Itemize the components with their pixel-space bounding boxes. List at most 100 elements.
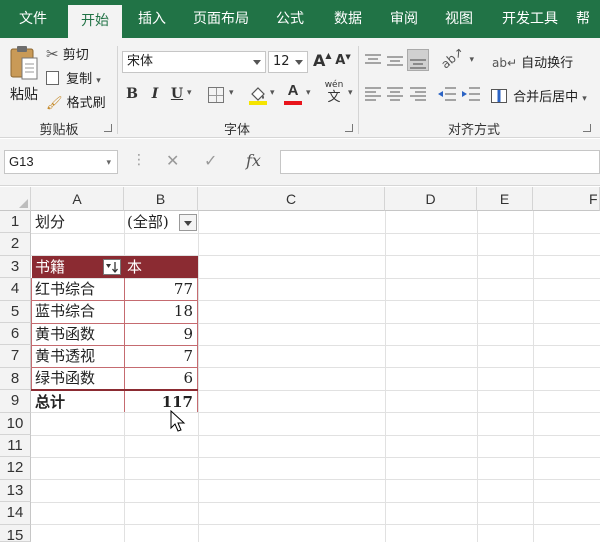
pivot-item-value[interactable]: 7 [125,345,197,367]
tab-file[interactable]: 文件 [0,0,66,38]
row-header[interactable]: 12 [0,457,31,480]
pivot-item-label[interactable]: 红书综合 [35,278,123,300]
pivot-total-value[interactable]: 117 [125,391,197,413]
align-top-button[interactable] [364,52,382,68]
pivot-item-value[interactable]: 18 [125,300,197,322]
paste-button[interactable]: 粘贴 [8,44,42,104]
cut-button[interactable]: ✂ 剪切 [46,44,89,63]
column-header-d[interactable]: D [385,187,477,211]
tab-help[interactable]: 帮 [576,0,600,38]
row-header[interactable]: 2 [0,233,31,256]
column-header-a[interactable]: A [31,187,124,211]
pivot-item-value[interactable]: 77 [125,278,197,300]
row-header[interactable]: 4 [0,278,31,301]
column-header-e[interactable]: E [477,187,533,211]
align-left-button[interactable] [364,86,382,102]
underline-button[interactable]: U [170,86,184,102]
tab-review[interactable]: 审阅 [378,0,430,38]
alignment-dialog-launcher-icon[interactable] [583,124,591,132]
pivot-item-label[interactable]: 黄书函数 [35,323,123,345]
pivot-filter-value[interactable]: (全部) [127,211,179,233]
column-header-f[interactable]: F [533,187,600,211]
copy-button[interactable]: 复制 ▾ [46,68,101,87]
select-all-corner[interactable] [0,187,31,211]
row-header[interactable]: 10 [0,412,31,435]
chevron-down-icon[interactable]: ▾ [187,88,192,98]
copy-label: 复制 [66,72,93,87]
chevron-down-icon[interactable]: ▾ [306,88,311,98]
tab-formulas[interactable]: 公式 [262,0,318,38]
pivot-total-label[interactable]: 总计 [35,391,123,413]
font-name-combo[interactable]: 宋体 [122,51,266,73]
chevron-down-icon[interactable]: ▾ [229,88,234,98]
pivot-item-label[interactable]: 蓝书综合 [35,300,123,322]
tab-data[interactable]: 数据 [320,0,376,38]
font-size-combo[interactable]: 12 [268,51,308,73]
pivot-item-label[interactable]: 绿书函数 [35,367,123,389]
row-header[interactable]: 6 [0,323,31,346]
bold-button[interactable]: B [124,86,140,102]
font-name-value: 宋体 [127,54,154,69]
row-header[interactable]: 8 [0,367,31,391]
row-header[interactable]: 15 [0,524,31,542]
borders-button[interactable] [208,87,224,103]
row-header[interactable]: 14 [0,502,31,525]
row-header[interactable]: 11 [0,435,31,458]
chevron-down-icon[interactable]: ▾ [348,88,353,98]
row-header[interactable]: 5 [0,300,31,323]
column-header-b[interactable]: B [124,187,198,211]
row-header[interactable]: 13 [0,479,31,503]
row-header[interactable]: 3 [0,255,31,279]
decrease-indent-button[interactable] [437,86,457,102]
tab-view[interactable]: 视图 [432,0,486,38]
column-header-c[interactable]: C [198,187,385,211]
row-header[interactable]: 9 [0,390,31,413]
grow-font-button[interactable]: A▲ [313,51,332,70]
wrap-text-button[interactable]: ab↵ 自动换行 [492,52,573,71]
pivot-item-value[interactable]: 6 [125,367,197,389]
pivot-filter-label[interactable]: 划分 [35,211,123,233]
tab-insert[interactable]: 插入 [124,0,180,38]
phonetic-guide-button[interactable]: wén 文 [322,80,346,106]
italic-button[interactable]: I [148,86,162,102]
insert-function-icon[interactable]: fx [246,151,261,170]
align-middle-button[interactable] [386,52,404,68]
align-center-button[interactable] [386,86,404,102]
row-filter-button[interactable] [103,259,121,275]
clipboard-dialog-launcher-icon[interactable] [104,124,112,132]
row-header[interactable]: 7 [0,345,31,368]
orientation-button[interactable]: ab↗ ▾ [438,45,474,72]
more-dots-icon: ⋮ [132,152,146,168]
formula-input[interactable] [280,150,600,174]
chevron-down-icon[interactable]: ▾ [270,88,275,98]
align-bottom-button[interactable] [407,49,429,71]
gridline [198,211,199,542]
gridline [31,435,600,436]
gridline [385,211,386,542]
cancel-icon[interactable]: ✕ [166,151,179,170]
format-painter-button[interactable]: 🖌 格式刷 [46,92,106,111]
pivot-item-value[interactable]: 9 [125,323,197,345]
merge-cells-icon [491,89,507,103]
font-color-swatch [284,101,302,105]
align-right-button[interactable] [409,86,427,102]
shrink-font-button[interactable]: A▼ [335,53,351,68]
font-color-button[interactable]: A [284,82,302,106]
tab-home[interactable]: 开始 [68,5,122,38]
pivot-value-header[interactable]: 本 [124,256,198,278]
row-header[interactable]: 1 [0,211,31,234]
increase-indent-icon [462,87,480,101]
increase-indent-button[interactable] [461,86,481,102]
name-box[interactable]: G13 ▾ [4,150,118,174]
worksheet-grid[interactable]: A B C D E F 1 2 3 4 5 6 7 8 9 10 11 12 1… [0,187,600,542]
tab-page-layout[interactable]: 页面布局 [182,0,260,38]
filter-dropdown-button[interactable] [179,214,197,231]
tab-developer[interactable]: 开发工具 [488,0,572,38]
pivot-item-label[interactable]: 黄书透视 [35,345,123,367]
merge-center-button[interactable]: 合并后居中 ▾ [491,86,587,105]
fill-color-button[interactable] [248,84,268,106]
paste-label: 粘贴 [10,87,38,103]
enter-check-icon[interactable]: ✓ [204,151,217,170]
font-dialog-launcher-icon[interactable] [345,124,353,132]
select-all-triangle-icon [19,199,28,208]
